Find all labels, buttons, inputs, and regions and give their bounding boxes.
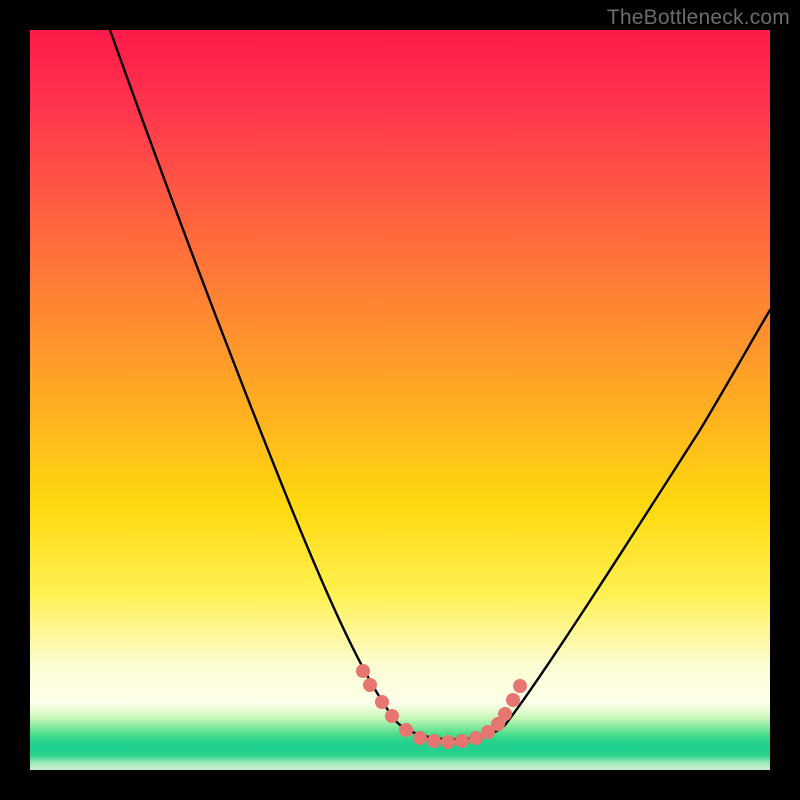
- marker-dot: [441, 735, 455, 749]
- plot-area: [30, 30, 770, 770]
- marker-dot: [363, 678, 377, 692]
- marker-dot: [469, 731, 483, 745]
- marker-group: [356, 664, 527, 749]
- marker-dot: [513, 679, 527, 693]
- marker-dot: [413, 731, 427, 745]
- outer-frame: TheBottleneck.com: [0, 0, 800, 800]
- marker-dot: [455, 734, 469, 748]
- marker-dot: [427, 734, 441, 748]
- marker-dot: [506, 693, 520, 707]
- marker-dot: [498, 707, 512, 721]
- bottleneck-curve: [30, 30, 770, 770]
- watermark-text: TheBottleneck.com: [607, 6, 790, 30]
- marker-dot: [375, 695, 389, 709]
- marker-dot: [399, 723, 413, 737]
- marker-dot: [385, 709, 399, 723]
- curve-path: [110, 30, 770, 739]
- marker-dot: [356, 664, 370, 678]
